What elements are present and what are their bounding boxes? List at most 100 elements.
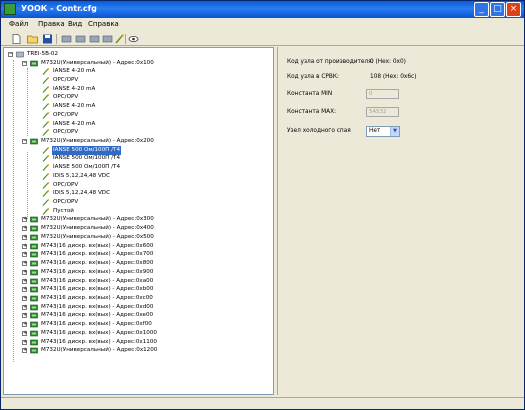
const-min-input[interactable]: 0: [366, 89, 399, 99]
module-icon: [30, 225, 38, 232]
tree-node-label: M732U(Универсальный) - Адрес:0x500: [41, 233, 154, 240]
const-max-input[interactable]: 54532: [366, 107, 399, 117]
tree-node-label: IANSE 4-20 mA: [53, 68, 96, 75]
expand-toggle[interactable]: +: [22, 287, 27, 293]
menu-help[interactable]: Справка: [88, 20, 119, 28]
save-icon[interactable]: [42, 34, 53, 44]
properties-panel: Код узла от производителя: 0 (Hex: 0x0) …: [277, 47, 521, 395]
module-icon: [30, 251, 38, 258]
tree-node-label: M743(16 дискр. вх(вых) - Адрес:0xb00: [41, 286, 154, 293]
expand-toggle[interactable]: +: [22, 304, 27, 310]
tree-node-label: OPC/OPV: [53, 129, 79, 136]
tree-node-label: M732U(Универсальный) - Адрес:0x300: [41, 216, 154, 223]
tree-node-label: M732U(Универсальный) - Адрес:0x1200: [41, 347, 158, 354]
module-icon: [30, 234, 38, 241]
tree-node-label: M732U(Универсальный) - Адрес:0x100: [41, 59, 154, 66]
channel-probe-icon: [42, 77, 50, 84]
tree-node-label: M743(16 дискр. вх(вых) - Адрес:0x900: [41, 268, 154, 275]
expand-toggle[interactable]: +: [22, 295, 27, 301]
tree-guide-line: [27, 152, 28, 219]
channel-probe-icon: [42, 68, 50, 76]
module-icon[interactable]: [75, 34, 86, 44]
view-icon[interactable]: [128, 34, 139, 44]
tree-node-label: M732U(Универсальный) - Адрес:0x400: [41, 225, 154, 232]
menu-edit[interactable]: Правка: [38, 20, 65, 28]
module-icon[interactable]: [102, 34, 113, 44]
tree-node-label: IANSE 4-20 mA: [53, 85, 96, 92]
collapse-toggle[interactable]: −: [22, 60, 27, 66]
srvk-code-label: Код узла в СРВК:: [287, 74, 339, 80]
expand-toggle[interactable]: +: [22, 234, 27, 240]
toolbar: [1, 32, 524, 46]
tree-node-label: OPC/OPV: [53, 94, 79, 101]
toolbar-separator: [56, 34, 57, 44]
channel-probe-icon: [42, 129, 50, 137]
menu-view[interactable]: Вид: [68, 20, 82, 28]
menu-file[interactable]: Файл: [9, 20, 28, 28]
channel-probe-icon: [42, 120, 50, 128]
module-icon: [30, 312, 38, 319]
module-icon: [30, 339, 38, 346]
module-icon: [30, 278, 38, 285]
vendor-code-label: Код узла от производителя:: [287, 59, 374, 65]
expand-toggle[interactable]: +: [22, 269, 27, 275]
module-icon: [30, 286, 38, 293]
channel-probe-icon: [42, 103, 50, 110]
module-icon: [30, 216, 38, 223]
chevron-down-icon[interactable]: ▼: [390, 127, 399, 136]
device-tree[interactable]: − TREI-5B-02 − M732U(Универсальный) - Адр…: [3, 47, 274, 395]
channel-probe-icon: [42, 181, 50, 189]
expand-toggle[interactable]: +: [22, 322, 27, 328]
module-icon: [30, 260, 38, 267]
module-icon[interactable]: [89, 34, 100, 44]
tree-node-label: M743(16 дискр. вх(вых) - Адрес:0x800: [41, 260, 154, 267]
expand-toggle[interactable]: +: [22, 252, 27, 258]
app-window: УООК - Contr.cfg _ □ × Файл Правка Вид С…: [0, 0, 525, 410]
srvk-code-value: 108 (Hex: 0x6c): [370, 74, 417, 80]
collapse-toggle[interactable]: −: [22, 138, 27, 144]
tree-node-label: M743(16 дискр. вх(вых) - Адрес:0x1000: [41, 329, 157, 336]
module-icon: [30, 243, 38, 250]
module-icon: [30, 321, 38, 328]
expand-toggle[interactable]: +: [22, 278, 27, 284]
tree-node-label: IDIS 5,12,24,48 VDC: [53, 190, 110, 197]
module-icon[interactable]: [61, 34, 72, 44]
close-icon[interactable]: ×: [506, 2, 521, 17]
expand-toggle[interactable]: +: [22, 348, 27, 354]
channel-probe-icon: [42, 164, 50, 172]
module-icon: [30, 330, 38, 337]
expand-toggle[interactable]: +: [22, 243, 27, 249]
expand-toggle[interactable]: +: [22, 339, 27, 345]
tree-node-label: IANSE 500 Ом/100П /T4: [53, 164, 121, 171]
title-bar[interactable]: УООК - Contr.cfg _ □ ×: [1, 1, 524, 18]
expand-toggle[interactable]: +: [22, 330, 27, 336]
collapse-toggle[interactable]: −: [8, 52, 13, 57]
app-icon: [4, 3, 16, 15]
toolbar-separator: [125, 34, 126, 44]
expand-toggle[interactable]: +: [22, 261, 27, 267]
module-icon: [30, 60, 38, 67]
expand-toggle[interactable]: +: [22, 217, 27, 223]
tree-guide-line: [13, 60, 14, 362]
tree-node-label: Пустой: [53, 207, 74, 214]
tree-node-label: M743(16 дискр. вх(вых) - Адрес:0xa00: [41, 277, 154, 284]
tree-node-label: M732U(Универсальный) - Адрес:0x200: [41, 137, 154, 144]
maximize-icon[interactable]: □: [490, 2, 505, 17]
expand-toggle[interactable]: +: [22, 226, 27, 232]
cold-junction-select[interactable]: Нет ▼: [366, 126, 400, 137]
probe-icon[interactable]: [114, 34, 125, 44]
vendor-code-value: 0 (Hex: 0x0): [370, 59, 406, 65]
channel-probe-icon: [42, 172, 50, 180]
tree-node-label: OPC/OPV: [53, 181, 79, 188]
tree-node-label: OPC/OPV: [53, 199, 79, 206]
tree-node-label: M743(16 дискр. вх(вых) - Адрес:0xd00: [41, 303, 154, 310]
new-file-icon[interactable]: [11, 34, 22, 44]
expand-toggle[interactable]: +: [22, 313, 27, 319]
module-icon: [30, 138, 38, 145]
open-folder-icon[interactable]: [27, 34, 38, 44]
minimize-icon[interactable]: _: [474, 2, 489, 17]
tree-node-label: OPC/OPV: [53, 76, 79, 83]
module-icon: [30, 269, 38, 276]
channel-probe-icon: [42, 94, 50, 102]
module-icon: [30, 347, 38, 354]
